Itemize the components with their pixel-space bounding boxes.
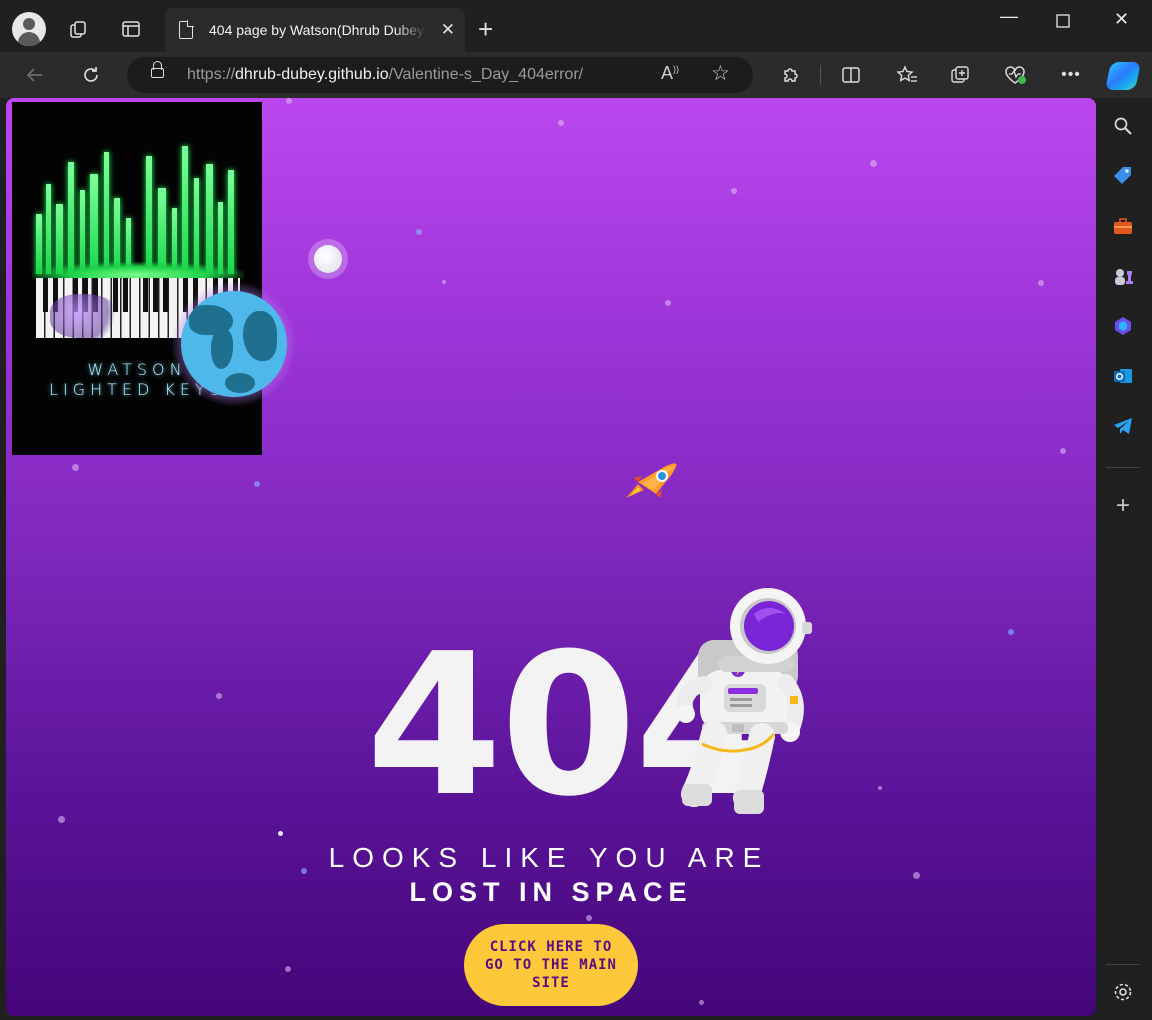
tab-title: 404 page by Watson(Dhrub Dubey) — [209, 22, 427, 38]
more-icon[interactable]: ••• — [1056, 60, 1086, 90]
astronaut-illustration — [674, 584, 814, 824]
equalizer-bars — [34, 144, 240, 274]
add-icon[interactable]: + — [1111, 492, 1135, 519]
shopping-tag-icon[interactable] — [1111, 164, 1135, 188]
close-icon[interactable]: ✕ — [441, 20, 455, 40]
extensions-icon[interactable] — [776, 60, 806, 90]
read-aloud-icon[interactable]: A)) — [661, 63, 679, 84]
profile-avatar-icon[interactable] — [12, 12, 46, 46]
page-icon — [179, 20, 194, 39]
search-icon[interactable] — [1111, 114, 1135, 138]
games-icon[interactable] — [1111, 264, 1135, 288]
moon-icon — [308, 239, 348, 279]
message-line-2: LOST IN SPACE — [409, 877, 693, 907]
telegram-icon[interactable] — [1111, 414, 1135, 438]
rocket-icon — [624, 460, 680, 500]
tools-icon[interactable] — [1111, 214, 1135, 238]
address-bar[interactable]: https://dhrub-dubey.github.io/Valentine-… — [127, 57, 753, 93]
new-tab-icon[interactable]: + — [478, 14, 493, 44]
go-to-main-site-button[interactable]: CLICK HERE TO GO TO THE MAIN SITE — [464, 924, 638, 1006]
sidebar: + — [1098, 98, 1152, 1020]
collections-icon[interactable] — [946, 60, 976, 90]
page-viewport: WATSON LIGHTED KEYS 404 LOOKS LIKE YOU A… — [6, 98, 1096, 1016]
url-text[interactable]: https://dhrub-dubey.github.io/Valentine-… — [187, 66, 583, 84]
workspaces-icon[interactable] — [62, 12, 96, 46]
sidebar-divider — [1106, 467, 1140, 468]
message-line-1: LOOKS LIKE YOU ARE — [328, 842, 770, 873]
back-icon[interactable] — [20, 60, 50, 90]
refresh-icon[interactable] — [76, 60, 106, 90]
navigation-bar: https://dhrub-dubey.github.io/Valentine-… — [0, 52, 1152, 98]
favorite-star-icon[interactable]: ☆ — [711, 61, 730, 86]
title-bar: 404 page by Watson(Dhrub Dubey) ✕ + — ✕ — [0, 0, 1152, 52]
hands-image — [50, 294, 120, 338]
copilot-icon[interactable] — [1105, 62, 1141, 90]
maximize-icon[interactable] — [1056, 12, 1070, 33]
settings-icon[interactable] — [1111, 980, 1135, 1004]
tab-actions-icon[interactable] — [114, 12, 148, 46]
active-tab[interactable]: 404 page by Watson(Dhrub Dubey) ✕ — [165, 8, 465, 52]
window-close-icon[interactable]: ✕ — [1114, 9, 1129, 30]
toolbar-divider — [820, 65, 821, 85]
favorites-icon[interactable] — [892, 60, 922, 90]
minimize-icon[interactable]: — — [1000, 6, 1018, 27]
microsoft365-icon[interactable] — [1111, 314, 1135, 338]
sidebar-divider-bottom — [1106, 964, 1140, 965]
split-screen-icon[interactable] — [836, 60, 866, 90]
outlook-icon[interactable] — [1111, 364, 1135, 388]
lock-icon[interactable] — [151, 61, 164, 78]
earth-icon — [172, 282, 296, 406]
browser-essentials-icon[interactable] — [1000, 60, 1030, 90]
